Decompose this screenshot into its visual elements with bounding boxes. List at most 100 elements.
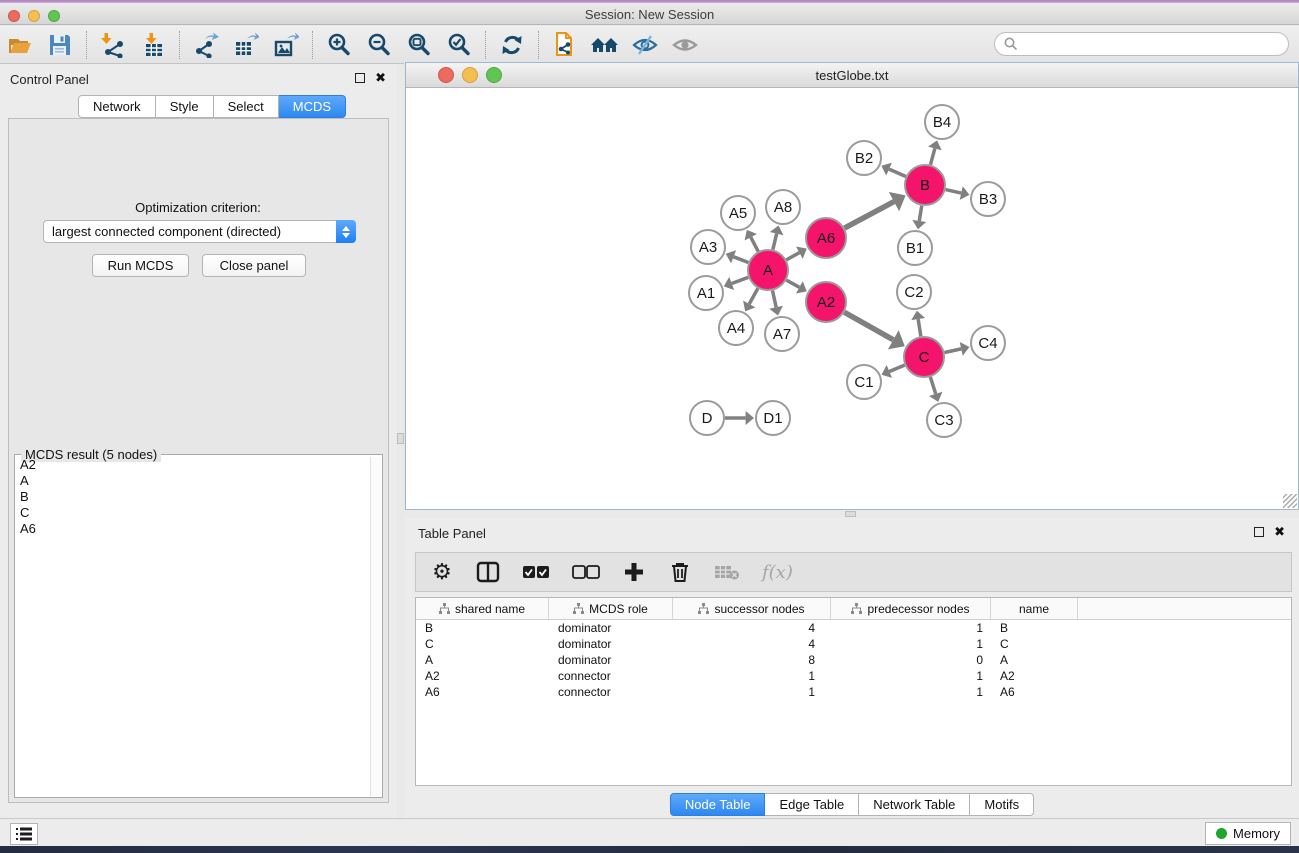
column-visibility-icon[interactable] (476, 558, 500, 586)
table-cell[interactable]: 1 (831, 620, 991, 636)
table-cell[interactable]: C (416, 636, 549, 652)
zoom-in-icon[interactable] (319, 29, 359, 61)
table-cell[interactable]: A6 (991, 684, 1078, 700)
table-row[interactable]: Cdominator41C (416, 636, 1291, 652)
zoom-fit-icon[interactable] (399, 29, 439, 61)
float-panel-icon[interactable] (355, 73, 365, 83)
tab-network-table[interactable]: Network Table (859, 793, 970, 816)
delete-table-icon[interactable] (714, 558, 740, 586)
table-row[interactable]: A6connector11A6 (416, 684, 1291, 700)
delete-column-trash-icon[interactable] (668, 558, 692, 586)
network-window-titlebar[interactable]: testGlobe.txt (406, 63, 1298, 88)
table-cell[interactable]: dominator (549, 620, 673, 636)
table-row[interactable]: A2connector11A2 (416, 668, 1291, 684)
tab-node-table[interactable]: Node Table (670, 793, 766, 816)
save-session-icon[interactable] (40, 29, 80, 61)
refresh-icon[interactable] (492, 29, 532, 61)
close-panel-button[interactable]: Close panel (202, 254, 306, 277)
graph-edge-C-C4[interactable] (945, 349, 962, 353)
function-builder-fx-icon[interactable]: f(x) (762, 558, 793, 586)
table-cell[interactable]: 0 (831, 652, 991, 668)
column-header-shared-name[interactable]: shared name (416, 598, 549, 619)
table-cell[interactable]: connector (549, 684, 673, 700)
table-cell[interactable]: A6 (416, 684, 549, 700)
table-cell[interactable]: connector (549, 668, 673, 684)
column-header-name[interactable]: name (991, 598, 1078, 619)
graph-edge-A-A2[interactable] (786, 280, 799, 287)
graph-edge-B-B3[interactable] (945, 190, 961, 194)
table-cell[interactable]: C (991, 636, 1078, 652)
table-cell[interactable]: B (991, 620, 1078, 636)
table-cell[interactable]: A (991, 652, 1078, 668)
table-cell[interactable]: A2 (991, 668, 1078, 684)
mcds-result-list[interactable]: A2ABCA6 (16, 457, 370, 796)
app-titlebar[interactable]: Session: New Session (0, 3, 1299, 25)
table-cell[interactable]: dominator (549, 652, 673, 668)
hide-selected-eye-icon[interactable] (625, 29, 665, 61)
close-panel-icon[interactable]: ✖ (375, 73, 386, 83)
graph-edge-A-A7[interactable] (772, 291, 776, 308)
graph-edge-A6-B[interactable] (845, 202, 894, 228)
tab-motifs[interactable]: Motifs (970, 793, 1034, 816)
open-session-icon[interactable] (0, 29, 40, 61)
deselect-all-checks-icon[interactable] (572, 558, 600, 586)
horizontal-split-divider[interactable] (405, 510, 1299, 517)
zoom-out-icon[interactable] (359, 29, 399, 61)
graph-edge-B-B4[interactable] (930, 148, 934, 164)
table-row[interactable]: Bdominator41B (416, 620, 1291, 636)
export-table-icon[interactable] (226, 29, 266, 61)
graph-edge-A2-C[interactable] (844, 312, 893, 339)
scrollbar-track[interactable] (370, 457, 381, 796)
run-mcds-button[interactable]: Run MCDS (92, 254, 189, 277)
column-header-MCDS-role[interactable]: MCDS role (549, 598, 673, 619)
memory-button[interactable]: Memory (1205, 822, 1291, 845)
optimization-criterion-dropdown[interactable]: largest connected component (directed) (43, 220, 356, 243)
tab-style[interactable]: Style (156, 95, 214, 118)
export-network-icon[interactable] (186, 29, 226, 61)
graph-edge-C-C1[interactable] (889, 365, 904, 371)
import-table-icon[interactable] (133, 29, 173, 61)
table-cell[interactable]: dominator (549, 636, 673, 652)
graph-edge-A-A6[interactable] (786, 253, 799, 260)
table-cell[interactable]: 1 (831, 684, 991, 700)
divider-grip[interactable] (397, 433, 404, 444)
graph-edge-A-A5[interactable] (751, 237, 758, 251)
resize-grip-icon[interactable] (1283, 494, 1297, 508)
close-panel-icon[interactable]: ✖ (1274, 527, 1285, 537)
table-cell[interactable]: B (416, 620, 549, 636)
search-input[interactable] (994, 32, 1289, 56)
export-image-icon[interactable] (266, 29, 306, 61)
show-all-eye-icon[interactable] (665, 29, 705, 61)
table-cell[interactable]: 1 (673, 668, 831, 684)
graph-edge-B-B1[interactable] (919, 206, 921, 221)
float-panel-icon[interactable] (1254, 527, 1264, 537)
table-cell[interactable]: 8 (673, 652, 831, 668)
zoom-selected-icon[interactable] (439, 29, 479, 61)
table-cell[interactable]: 1 (673, 684, 831, 700)
table-cell[interactable]: A (416, 652, 549, 668)
task-history-button[interactable] (10, 823, 38, 845)
graph-edge-C-C2[interactable] (918, 319, 921, 336)
graph-edge-B-B2[interactable] (889, 169, 906, 176)
table-cell[interactable]: 1 (831, 636, 991, 652)
tab-select[interactable]: Select (214, 95, 279, 118)
vertical-split-divider[interactable] (396, 64, 405, 818)
graph-edge-C-C3[interactable] (930, 377, 935, 394)
home-networks-icon[interactable] (585, 29, 625, 61)
import-network-icon[interactable] (93, 29, 133, 61)
add-column-icon[interactable] (622, 558, 646, 586)
tab-network[interactable]: Network (78, 95, 156, 118)
network-graph-canvas[interactable]: AA1A2A3A4A5A6A7A8BB1B2B3B4CC1C2C3C4DD1 (406, 88, 1298, 509)
table-options-gear-icon[interactable]: ⚙ (430, 558, 454, 586)
graph-edge-A-A1[interactable] (732, 277, 749, 283)
table-cell[interactable]: 4 (673, 636, 831, 652)
tab-edge-table[interactable]: Edge Table (765, 793, 859, 816)
table-cell[interactable]: 4 (673, 620, 831, 636)
select-all-checks-icon[interactable] (522, 558, 550, 586)
tab-mcds[interactable]: MCDS (279, 95, 346, 118)
table-cell[interactable]: A2 (416, 668, 549, 684)
column-header-predecessor-nodes[interactable]: predecessor nodes (831, 598, 991, 619)
graph-edge-A-A4[interactable] (749, 288, 758, 304)
column-header-successor-nodes[interactable]: successor nodes (673, 598, 831, 619)
graph-edge-A-A3[interactable] (734, 257, 749, 263)
